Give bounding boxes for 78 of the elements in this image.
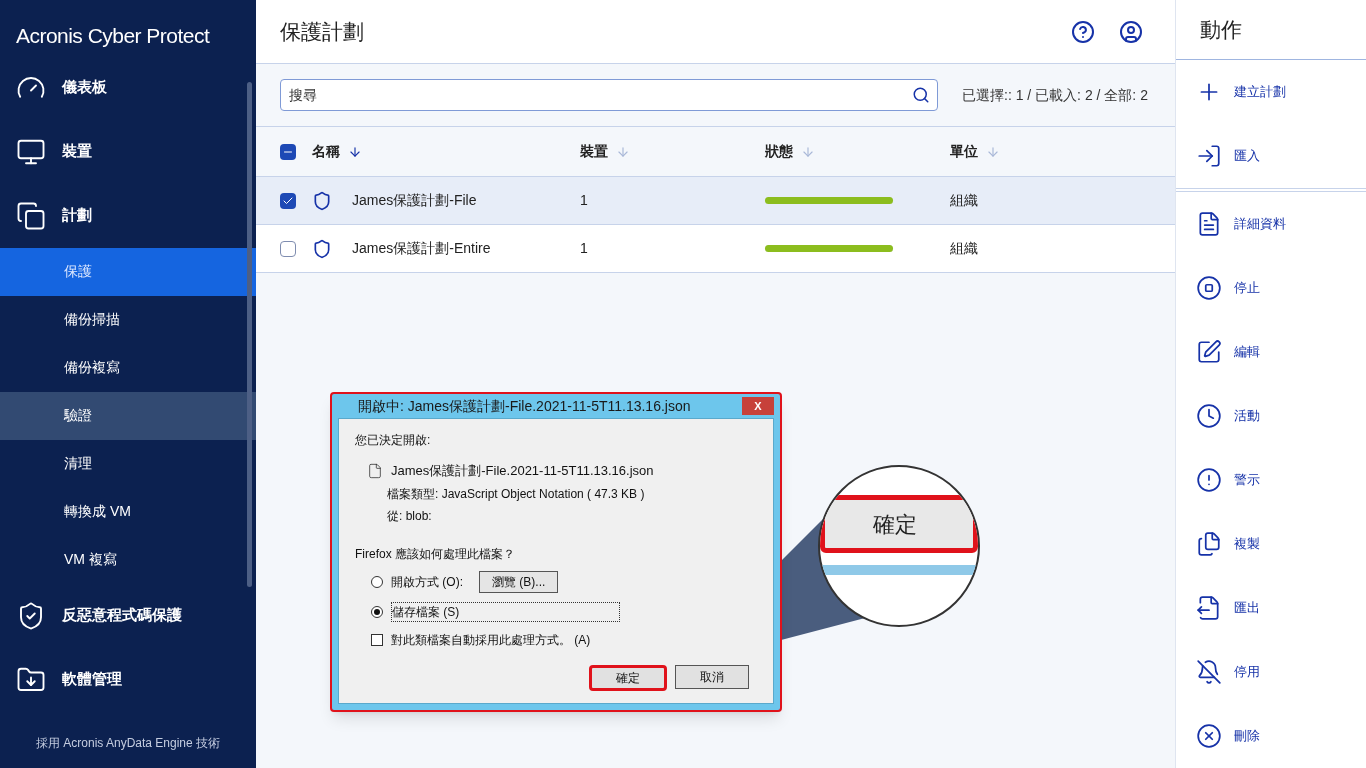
select-all-checkbox[interactable] — [280, 143, 296, 160]
file-icon — [367, 462, 383, 479]
selection-counts: 已選擇:: 1 / 已載入: 2 / 全部: 2 — [962, 85, 1148, 105]
shield-icon — [312, 190, 332, 211]
search-field[interactable]: 搜尋 — [280, 79, 938, 111]
nav-subitem[interactable]: 驗證 — [0, 391, 256, 440]
nav-subitem[interactable]: 保護 — [0, 247, 256, 296]
action-item[interactable]: 匯入 — [1176, 124, 1366, 188]
table-cell-text: 1 — [580, 239, 589, 258]
footer-text: 採用 Acronis AnyData Engine 技術 — [34, 735, 222, 752]
intro-text: 您已決定開啟: — [355, 432, 432, 449]
browse-button[interactable]: 瀏覽 (B)... — [479, 570, 559, 593]
actions-title: 動作 — [1176, 0, 1366, 60]
slashed-bell-icon — [1196, 659, 1222, 685]
nav-item[interactable]: 反惡意程式碼保護 — [0, 583, 256, 648]
question-text: Firefox 應該如何處理此檔案？ — [355, 545, 516, 563]
squares-icon — [16, 200, 46, 231]
stop-icon — [1196, 275, 1222, 301]
page-title: 保護計劃 — [280, 18, 364, 45]
action-item[interactable]: 警示 — [1176, 448, 1366, 512]
table-cell-text: 組織 — [950, 191, 979, 210]
action-item[interactable]: 刪除 — [1176, 704, 1366, 768]
cancel-button[interactable]: 取消 — [675, 665, 749, 689]
search-icon[interactable] — [912, 86, 930, 104]
file-name: James保護計劃-File.2021-11-5T11.13.16.json — [391, 462, 654, 480]
close-button[interactable]: X — [742, 397, 774, 415]
checkbox[interactable] — [371, 633, 383, 646]
copy-icon — [1196, 531, 1222, 557]
table-cell-text: 組織 — [950, 239, 979, 258]
nav-item[interactable]: 裝置 — [0, 119, 256, 184]
action-item[interactable]: 詳細資料 — [1176, 192, 1366, 256]
nav-subitem[interactable]: 備份掃描 — [0, 295, 256, 344]
radio-button[interactable] — [371, 575, 383, 588]
plan-name[interactable]: James保護計劃-File — [352, 190, 477, 211]
table-row[interactable]: James保護計劃-File 1 組織 — [256, 177, 1175, 225]
column-header[interactable]: 名稱 — [312, 141, 340, 162]
column-header[interactable]: 狀態 — [765, 141, 793, 162]
radio-button[interactable] — [371, 605, 383, 618]
table-cell-text: 1 — [580, 191, 589, 210]
action-item[interactable]: 活動 — [1176, 384, 1366, 448]
action-item[interactable]: 編輯 — [1176, 320, 1366, 384]
sort-arrow-icon[interactable] — [348, 144, 362, 159]
edit-icon — [1196, 339, 1222, 365]
action-item[interactable]: 建立計劃 — [1176, 60, 1366, 124]
nav-item[interactable]: 軟體管理 — [0, 647, 256, 712]
action-item[interactable]: 複製 — [1176, 512, 1366, 576]
alert-icon — [1196, 467, 1222, 493]
action-item[interactable]: 停止 — [1176, 256, 1366, 320]
action-item[interactable]: 停用 — [1176, 640, 1366, 704]
shield-icon — [312, 238, 332, 259]
account-icon[interactable] — [1119, 19, 1143, 44]
option-label[interactable]: 開啟方式 (O): — [391, 572, 463, 591]
file-type: 檔案類型: JavaScript Object Notation ( 47.3 KB ) — [387, 485, 646, 503]
nav-subitem[interactable]: VM 複寫 — [0, 535, 256, 584]
file-source: 從: blob: — [387, 507, 433, 525]
row-checkbox[interactable] — [280, 240, 296, 257]
import-icon — [1196, 143, 1222, 169]
column-header[interactable]: 單位 — [950, 141, 978, 162]
nav-subitem[interactable]: 轉換成 VM — [0, 487, 256, 536]
ok-button[interactable]: 確定 — [589, 665, 667, 691]
logo: Acronis Cyber Protect — [15, 23, 211, 49]
dialog-title: 開啟中: James保護計劃-File.2021-11-5T11.13.16.json — [357, 396, 691, 416]
nav-item[interactable]: 計劃 — [0, 183, 256, 248]
export-icon — [1196, 595, 1222, 621]
action-item[interactable]: 匯出 — [1176, 576, 1366, 640]
column-header[interactable]: 裝置 — [580, 141, 608, 162]
plan-name[interactable]: James保護計劃-Entire — [352, 238, 491, 259]
clock-icon — [1196, 403, 1222, 429]
nav-subitem[interactable]: 清理 — [0, 439, 256, 488]
option-label[interactable]: 儲存檔案 (S) — [391, 601, 621, 622]
row-checkbox[interactable] — [280, 192, 296, 209]
help-icon[interactable] — [1071, 19, 1095, 44]
nav-subitem[interactable]: 備份複寫 — [0, 343, 256, 392]
table-row[interactable]: James保護計劃-Entire 1 組織 — [256, 225, 1175, 273]
close-circle-icon — [1196, 723, 1222, 749]
document-icon — [1196, 211, 1222, 237]
nav-item[interactable]: 儀表板 — [0, 55, 256, 120]
checkbox-label[interactable]: 對此類檔案自動採用此處理方式。 (A) — [391, 630, 591, 649]
